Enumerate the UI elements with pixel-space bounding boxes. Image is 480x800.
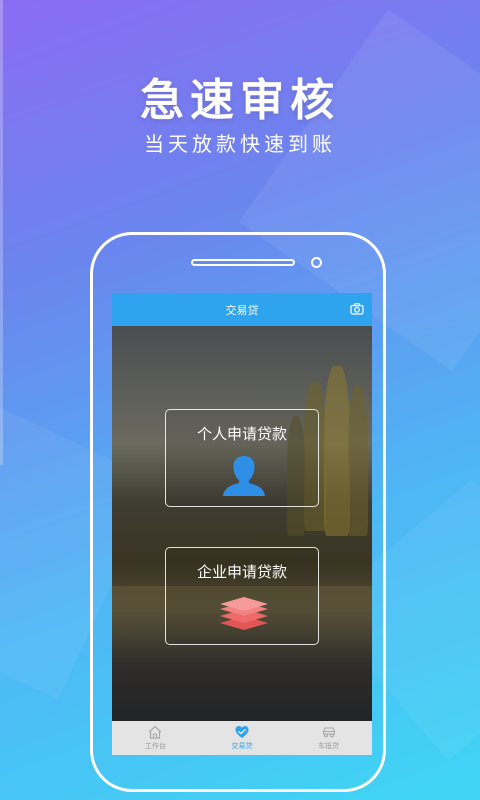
app-header: 交易贷 — [112, 293, 372, 326]
bottom-tab-bar: 工作台 交易贷 车抵贷 — [112, 721, 372, 755]
promo-subline: 当天放款快速到账 — [144, 132, 336, 156]
tab-trade-loan[interactable]: 交易贷 — [199, 721, 286, 755]
business-loan-button[interactable]: 企业申请贷款 — [165, 547, 319, 645]
person-icon — [223, 456, 265, 496]
tab-workbench-label: 工作台 — [144, 742, 166, 750]
tree-shape — [324, 366, 350, 536]
tab-car-loan[interactable]: 车抵贷 — [285, 721, 372, 755]
heart-hand-icon — [235, 726, 249, 738]
phone-front-camera — [311, 257, 322, 268]
tab-trade-loan-label: 交易贷 — [231, 742, 253, 750]
tab-car-loan-label: 车抵贷 — [318, 742, 340, 750]
personal-loan-label: 个人申请贷款 — [196, 425, 287, 443]
layers-icon — [220, 597, 268, 630]
home-icon — [148, 725, 162, 739]
camera-icon[interactable] — [350, 302, 364, 316]
app-screen: 交易贷 个人申请贷款 企业申请贷款 工作台 交易贷 车抵贷 — [112, 293, 372, 755]
background-photo: 个人申请贷款 企业申请贷款 — [112, 326, 372, 721]
business-loan-label: 企业申请贷款 — [196, 563, 287, 581]
promo-headline: 急速审核 — [140, 75, 340, 126]
personal-loan-button[interactable]: 个人申请贷款 — [165, 409, 319, 507]
tree-shape — [348, 386, 368, 536]
tab-workbench[interactable]: 工作台 — [112, 721, 199, 755]
app-title: 交易贷 — [225, 304, 259, 317]
phone-speaker — [191, 259, 295, 266]
car-icon — [322, 727, 335, 738]
promo-page: 急速审核 当天放款快速到账 交易贷 个人申请贷款 企业申请贷款 工作台 交易贷 … — [0, 0, 480, 800]
